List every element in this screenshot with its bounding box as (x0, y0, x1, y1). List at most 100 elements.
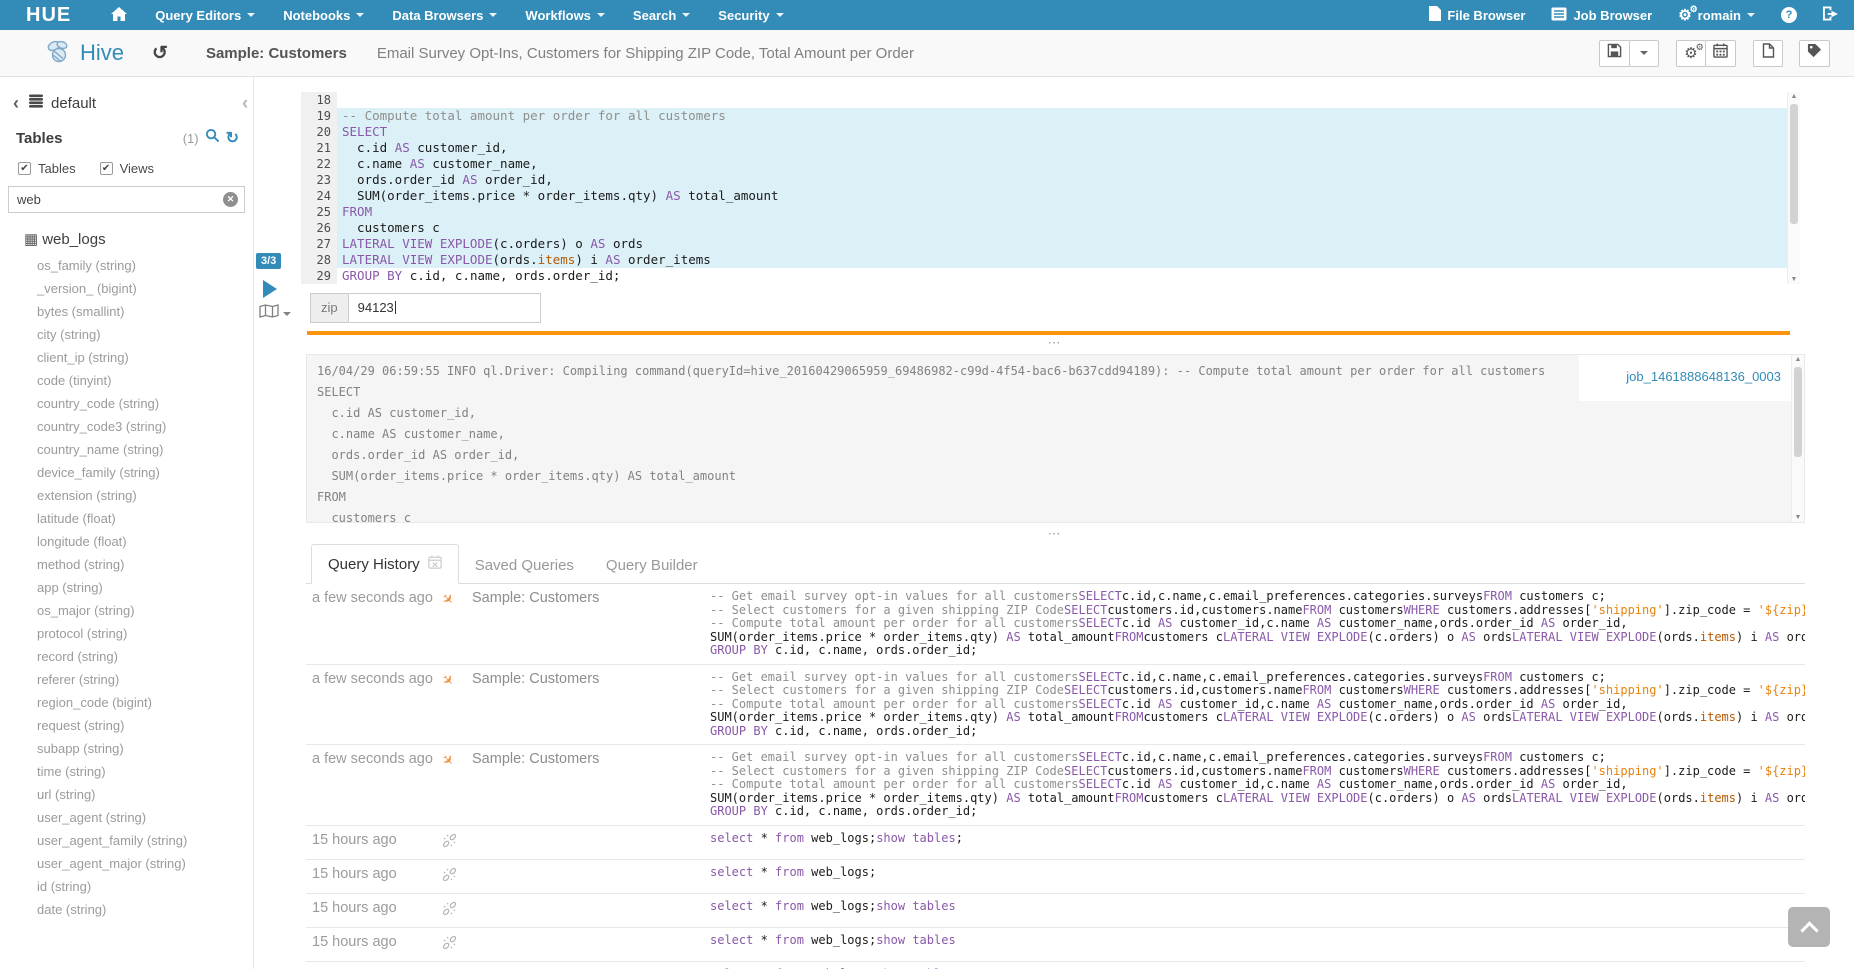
search-icon[interactable] (205, 128, 220, 148)
resize-handle[interactable]: ⋯ (255, 338, 1854, 348)
column-item[interactable]: device_family (string) (0, 461, 253, 484)
column-item[interactable]: id (string) (0, 875, 253, 898)
new-query-button[interactable] (1753, 40, 1783, 67)
column-item[interactable]: os_family (string) (0, 254, 253, 277)
column-item[interactable]: country_code (string) (0, 392, 253, 415)
nav-menu-security[interactable]: Security (704, 0, 797, 30)
execute-button[interactable] (263, 280, 277, 298)
chevron-down-icon (1747, 13, 1755, 17)
column-item[interactable]: client_ip (string) (0, 346, 253, 369)
tables-filter-toggle[interactable]: ✔ Tables (18, 161, 76, 176)
back-chevron-icon[interactable]: ‹ (13, 93, 19, 114)
history-row[interactable]: a few seconds ago✈Sample: Customers-- Ge… (306, 665, 1805, 746)
sql-editor[interactable]: 1819-- Compute total amount per order fo… (301, 92, 1800, 284)
history-row[interactable]: 15 hours ago select * from web_logs;show… (306, 826, 1805, 860)
scroll-up-icon[interactable]: ▲ (1792, 356, 1804, 363)
resize-handle[interactable]: ⋯ (255, 529, 1854, 539)
column-item[interactable]: longitude (float) (0, 530, 253, 553)
column-item[interactable]: region_code (bigint) (0, 691, 253, 714)
editor-code: FROM (337, 204, 1800, 220)
nav-menu-workflows[interactable]: Workflows (511, 0, 619, 30)
tab-query-history[interactable]: Query History (311, 544, 459, 584)
column-item[interactable]: date (string) (0, 898, 253, 921)
column-item[interactable]: record (string) (0, 645, 253, 668)
nav-menu-notebooks[interactable]: Notebooks (269, 0, 378, 30)
column-item[interactable]: country_name (string) (0, 438, 253, 461)
tab-saved-queries[interactable]: Saved Queries (459, 547, 590, 584)
job-browser-button[interactable]: Job Browser (1551, 0, 1652, 30)
database-name[interactable]: default (51, 95, 96, 112)
schedule-button[interactable] (1705, 40, 1736, 67)
save-button[interactable] (1599, 40, 1630, 67)
history-sql-preview: select * from web_logs;show tables; (710, 832, 1805, 853)
tables-checkbox[interactable]: ✔ (18, 162, 31, 175)
editor-line: 29GROUP BY c.id, c.name, ords.order_id; (301, 268, 1800, 284)
column-item[interactable]: user_agent_family (string) (0, 829, 253, 852)
app-name[interactable]: Hive (80, 40, 124, 66)
scroll-down-icon[interactable]: ▼ (1788, 276, 1800, 283)
nav-menu-query-editors[interactable]: Query Editors (141, 0, 269, 30)
column-item[interactable]: url (string) (0, 783, 253, 806)
column-item[interactable]: latitude (float) (0, 507, 253, 530)
history-row[interactable]: 15 hours ago select * from web_logs;show… (306, 928, 1805, 962)
save-dropdown-button[interactable] (1629, 40, 1659, 67)
scroll-down-icon[interactable]: ▼ (1792, 514, 1804, 521)
editor-code: c.id AS customer_id, (337, 140, 1800, 156)
views-checkbox[interactable]: ✔ (100, 162, 113, 175)
column-item[interactable]: city (string) (0, 323, 253, 346)
explain-menu-button[interactable] (259, 304, 291, 323)
table-item-web-logs[interactable]: ▦ web_logs (0, 213, 253, 248)
column-item[interactable]: extension (string) (0, 484, 253, 507)
column-item[interactable]: os_major (string) (0, 599, 253, 622)
log-scrollbar[interactable]: ▲ ▼ (1791, 355, 1804, 522)
column-item[interactable]: code (tinyint) (0, 369, 253, 392)
history-row[interactable]: 15 hours ago select * from web_logs;show… (306, 894, 1805, 928)
column-item[interactable]: referer (string) (0, 668, 253, 691)
scroll-up-icon[interactable]: ▲ (1788, 93, 1800, 100)
calendar-icon (1713, 43, 1728, 63)
history-row[interactable]: a few seconds ago✈Sample: Customers-- Ge… (306, 584, 1805, 665)
history-query-name (472, 900, 710, 921)
calendar-x-icon[interactable] (428, 555, 442, 573)
table-search-input[interactable]: web ✕ (8, 186, 245, 213)
column-item[interactable]: time (string) (0, 760, 253, 783)
editor-scrollbar[interactable]: ▲ ▼ (1787, 92, 1800, 284)
nav-menu-label: Workflows (525, 8, 591, 23)
job-link[interactable]: job_1461888648136_0003 (1626, 369, 1781, 384)
file-browser-label: File Browser (1447, 8, 1525, 23)
help-button[interactable]: ? (1781, 0, 1797, 30)
column-item[interactable]: subapp (string) (0, 737, 253, 760)
scroll-to-top-button[interactable] (1788, 907, 1830, 947)
history-row[interactable]: 15 hours ago select * from web_logs; (306, 860, 1805, 894)
column-item[interactable]: user_agent_major (string) (0, 852, 253, 875)
user-menu[interactable]: ⚙⚙ romain (1678, 0, 1755, 30)
history-row[interactable]: 15 hours ago select * from web_logs;show… (306, 962, 1805, 969)
log-output[interactable]: 16/04/29 06:59:55 INFO ql.Driver: Compil… (306, 354, 1805, 523)
tags-button[interactable] (1799, 40, 1830, 67)
home-button[interactable] (97, 0, 141, 30)
column-item[interactable]: app (string) (0, 576, 253, 599)
file-browser-button[interactable]: File Browser (1429, 0, 1525, 30)
views-filter-toggle[interactable]: ✔ Views (100, 161, 154, 176)
settings-button[interactable]: ⚙⚙ (1676, 40, 1706, 67)
zip-variable-input[interactable]: 94123 (349, 293, 541, 323)
refresh-icon[interactable]: ↻ (226, 128, 239, 148)
nav-menu-data-browsers[interactable]: Data Browsers (378, 0, 511, 30)
column-item[interactable]: user_agent (string) (0, 806, 253, 829)
tab-query-builder[interactable]: Query Builder (590, 547, 714, 584)
collapse-panel-icon[interactable]: ‹ (242, 93, 248, 115)
history-row[interactable]: a few seconds ago✈Sample: Customers-- Ge… (306, 745, 1805, 826)
column-item[interactable]: bytes (smallint) (0, 300, 253, 323)
column-item[interactable]: _version_ (bigint) (0, 277, 253, 300)
logout-button[interactable] (1823, 0, 1838, 30)
column-item[interactable]: method (string) (0, 553, 253, 576)
column-item[interactable]: country_code3 (string) (0, 415, 253, 438)
editor-line: 28LATERAL VIEW EXPLODE(ords.items) i AS … (301, 252, 1800, 268)
column-item[interactable]: protocol (string) (0, 622, 253, 645)
column-item[interactable]: request (string) (0, 714, 253, 737)
clear-search-icon[interactable]: ✕ (223, 192, 238, 207)
query-title[interactable]: Sample: Customers (206, 45, 347, 62)
hue-logo[interactable]: HUE (0, 4, 97, 27)
history-icon[interactable]: ↺ (152, 42, 168, 65)
nav-menu-search[interactable]: Search (619, 0, 704, 30)
